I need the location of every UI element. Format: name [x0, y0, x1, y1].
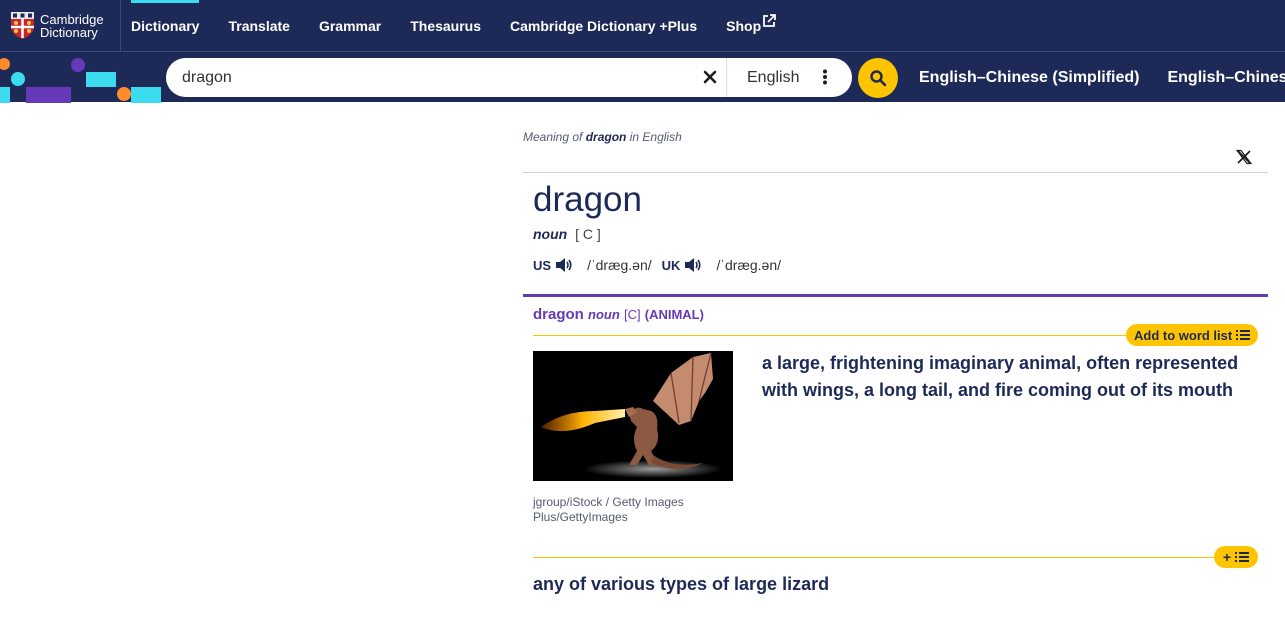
dictionary-links: English–Chinese (Simplified) English–Chi…	[919, 52, 1285, 103]
headword: dragon	[533, 180, 642, 219]
nav-dictionary[interactable]: Dictionary	[121, 0, 209, 51]
sense-yellow-rule	[533, 335, 1128, 336]
image-credit: jgroup/iStock / Getty Images Plus/GettyI…	[533, 495, 684, 524]
sense-grammar: [C]	[623, 307, 641, 322]
meaning-word: dragon	[585, 130, 627, 144]
ipa-us: /ˈdræɡ.ən/	[587, 257, 652, 273]
cambridge-logo[interactable]: Cambridge Dictionary	[0, 0, 121, 51]
entry-content: Meaning of dragon in English dragon noun…	[523, 102, 1268, 617]
language-selector[interactable]: English	[747, 58, 799, 97]
search-divider	[726, 58, 727, 97]
speaker-icon-us[interactable]	[555, 257, 573, 273]
search-bar-row: English English–Chinese (Simplified) Eng…	[0, 51, 1285, 103]
main-nav: Dictionary Translate Grammar Thesaurus C…	[121, 0, 795, 51]
dict-link-english-chinese-simplified[interactable]: English–Chinese (Simplified)	[919, 69, 1139, 87]
part-of-speech[interactable]: noun	[533, 226, 567, 242]
sense2-yellow-rule	[533, 557, 1216, 558]
logo-line-1: Cambridge	[40, 11, 104, 27]
logo-line-2: Dictionary	[40, 24, 98, 40]
grammar-code[interactable]: [ C ]	[575, 226, 601, 242]
sense-title: dragon noun [C] (ANIMAL)	[533, 306, 704, 323]
close-icon[interactable]	[702, 69, 718, 85]
list-icon	[1236, 330, 1251, 340]
nav-shop[interactable]: Shop	[716, 0, 786, 51]
ipa-uk: /ˈdræɡ.ən/	[716, 257, 782, 273]
meaning-prefix: Meaning of	[523, 130, 583, 144]
speaker-icon-uk[interactable]	[684, 257, 702, 273]
plus-icon: +	[1222, 549, 1232, 565]
nav-shop-label: Shop	[726, 17, 762, 34]
nav-thesaurus[interactable]: Thesaurus	[400, 0, 491, 51]
decorative-shapes	[0, 58, 161, 103]
definition-1[interactable]: a large, frightening imaginary animal, o…	[762, 350, 1262, 404]
search-input[interactable]	[182, 58, 702, 97]
sense-guideword: (ANIMAL)	[644, 307, 704, 322]
add-to-word-list-label: Add to word list	[1134, 327, 1233, 343]
region-uk: UK	[661, 257, 681, 273]
dragon-illustration	[541, 352, 723, 478]
nav-grammar[interactable]: Grammar	[309, 0, 391, 51]
dragon-image	[533, 351, 733, 481]
search-button[interactable]	[858, 58, 898, 98]
add-to-word-list-small-button[interactable]: +	[1214, 546, 1258, 568]
kebab-menu-icon[interactable]	[821, 69, 829, 85]
part-of-speech-line: noun [ C ]	[533, 226, 601, 242]
sense-divider	[523, 294, 1268, 297]
region-us: US	[533, 257, 552, 273]
header-divider	[523, 172, 1268, 173]
top-navigation: Cambridge Dictionary Dictionary Translat…	[0, 0, 1285, 51]
nav-dictionary-plus[interactable]: Cambridge Dictionary +Plus	[500, 0, 707, 51]
logo-text: Cambridge Dictionary	[40, 13, 104, 39]
meaning-of-heading: Meaning of dragon in English	[523, 130, 682, 144]
x-twitter-icon[interactable]	[1236, 149, 1252, 165]
sense-pos: noun	[588, 307, 620, 322]
nav-translate[interactable]: Translate	[218, 0, 299, 51]
list-icon	[1235, 552, 1250, 562]
external-link-icon	[763, 13, 777, 27]
search-box: English	[166, 58, 852, 97]
meaning-suffix: in English	[629, 130, 682, 144]
sense-word: dragon	[533, 306, 584, 323]
definition-2[interactable]: any of various types of large lizard	[533, 574, 829, 595]
search-icon	[870, 70, 887, 87]
add-to-word-list-button[interactable]: Add to word list	[1126, 324, 1259, 346]
cambridge-shield-icon	[11, 12, 34, 39]
dict-link-english-chinese-traditional[interactable]: English–Chines	[1167, 69, 1285, 87]
pronunciation-line: US /ˈdræɡ.ən/ UK /ˈdræɡ.ən/	[533, 257, 791, 273]
